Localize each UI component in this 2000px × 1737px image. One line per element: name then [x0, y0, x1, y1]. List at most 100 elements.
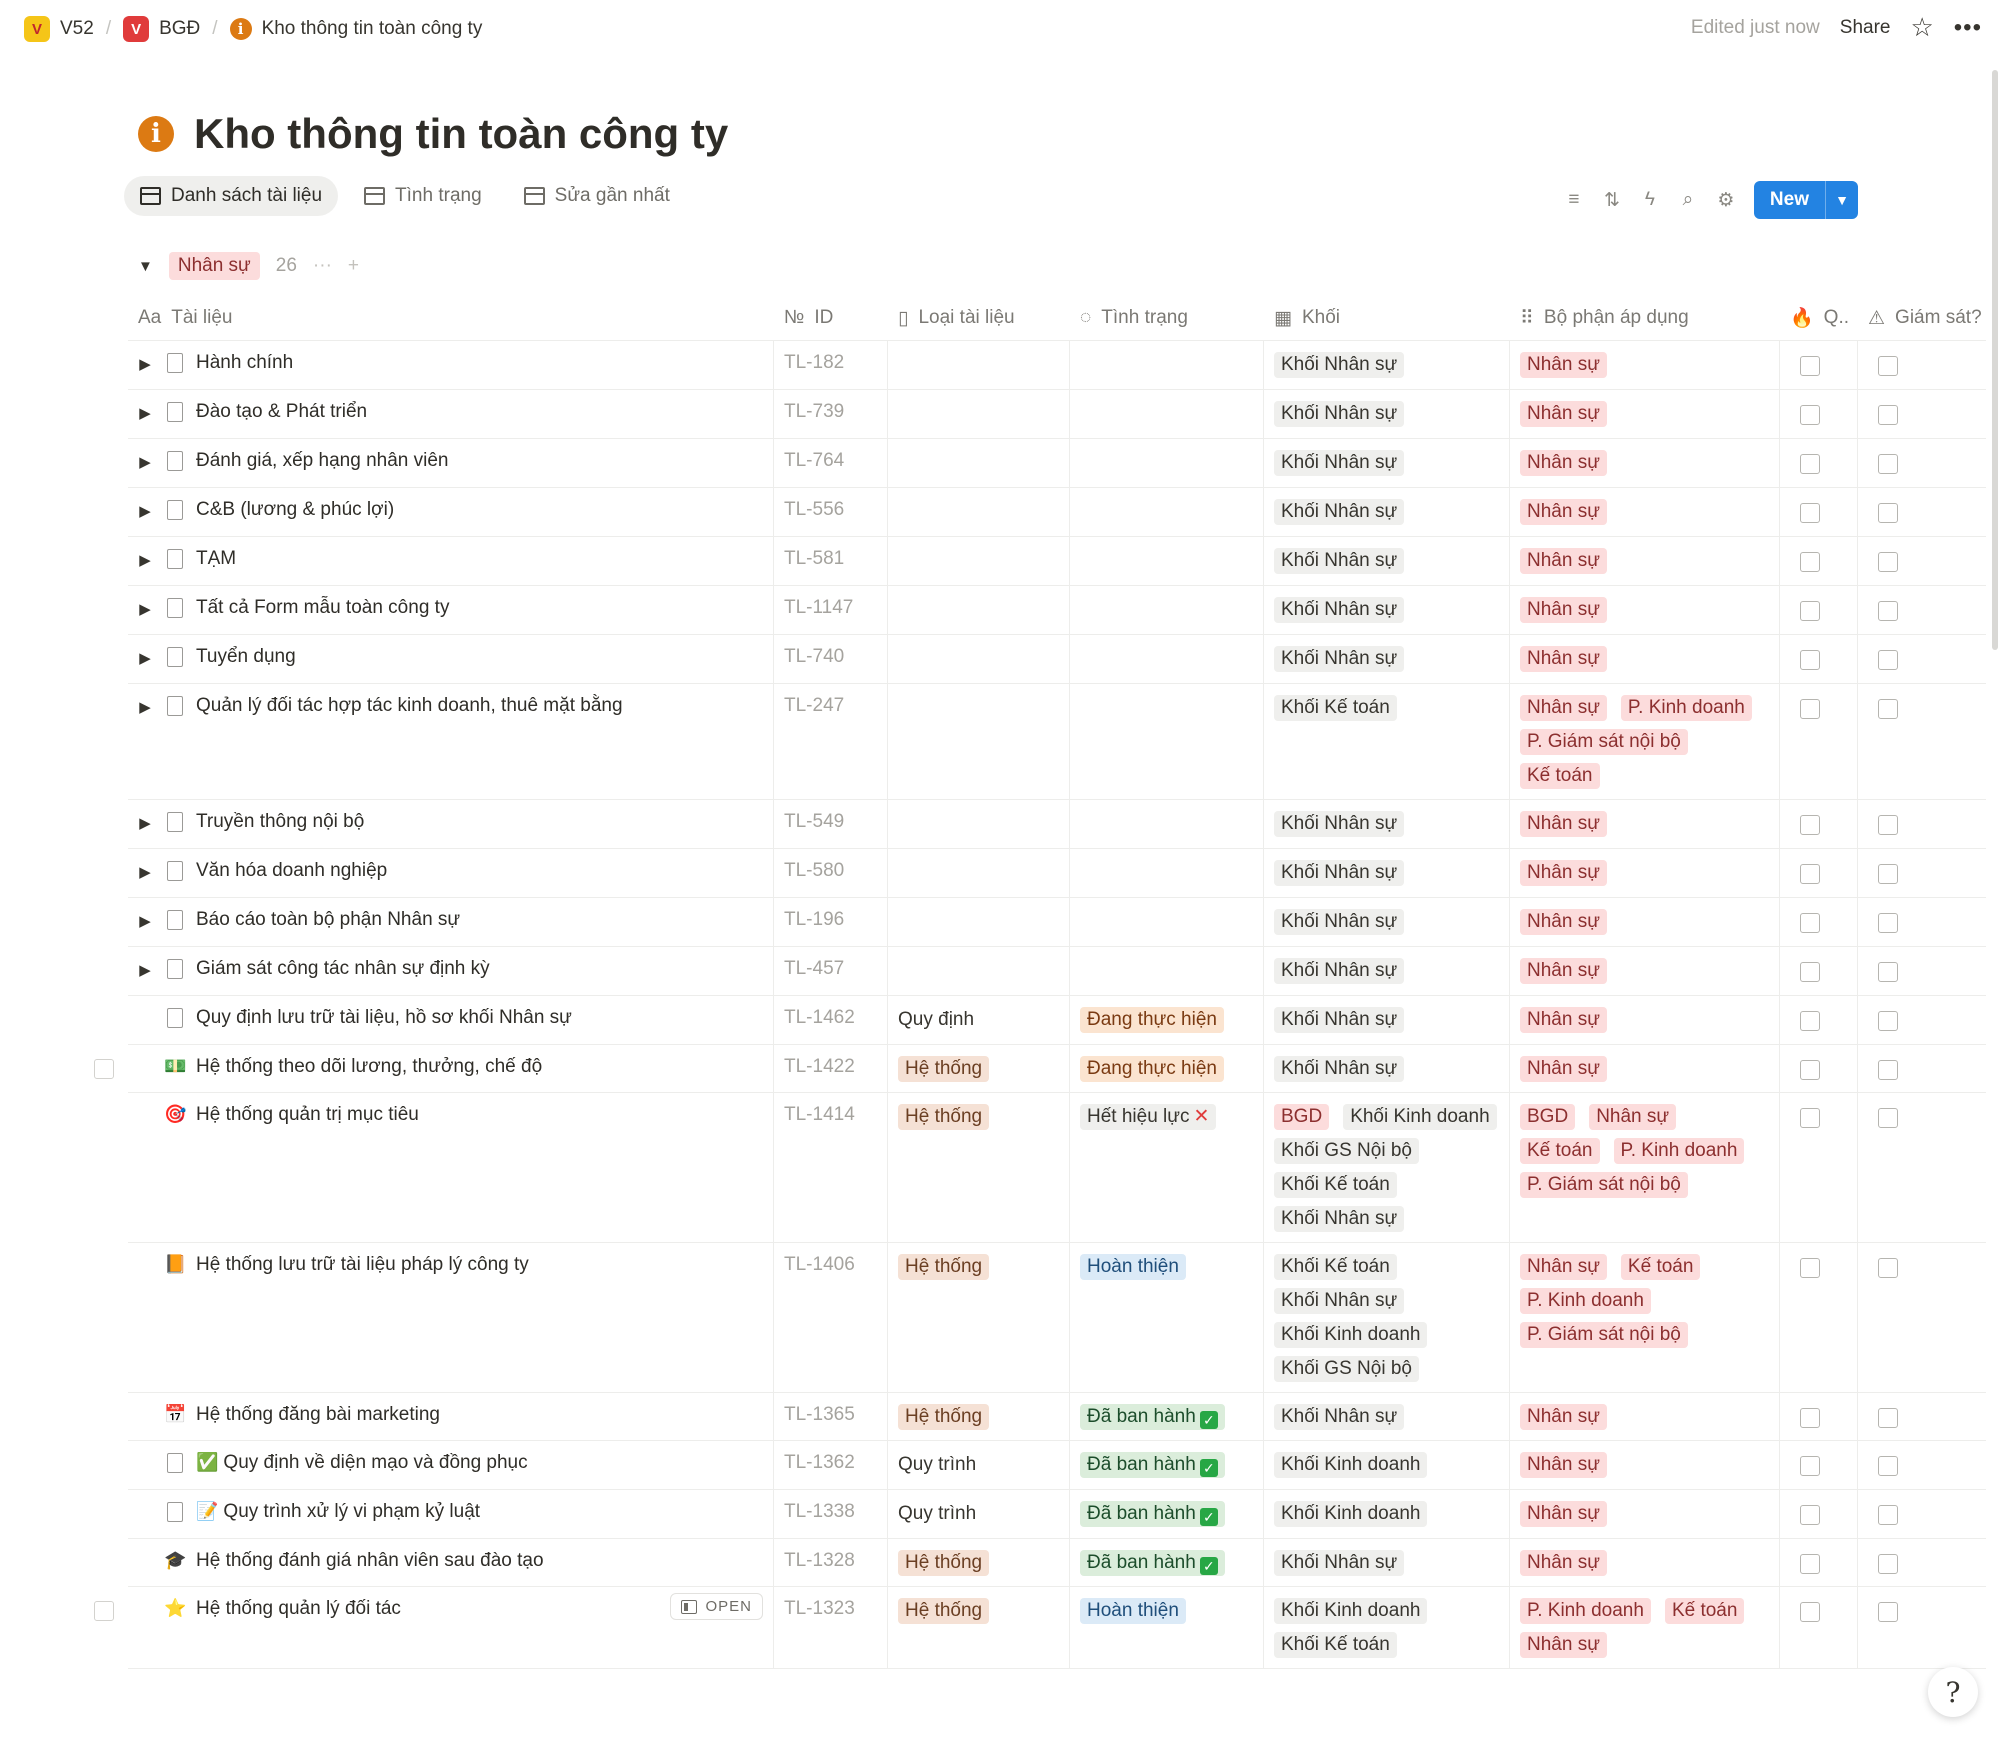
cell-bo-phan-ap-dung[interactable]: Nhân sự [1510, 1539, 1780, 1586]
cell-khoi[interactable]: Khối Nhân sự [1264, 1045, 1510, 1092]
share-button[interactable]: Share [1840, 17, 1891, 39]
cell-bo-phan-ap-dung[interactable]: Nhân sự [1510, 586, 1780, 634]
table-row[interactable]: 🎯 Hệ thống quản trị mục tiêu TL-1414 Hệ thố… [128, 1093, 1986, 1243]
cell-loai-tai-lieu[interactable]: Hệ thống [888, 1539, 1070, 1586]
automation-lightning-icon[interactable]: ϟ [1640, 189, 1660, 211]
cell-bo-phan-ap-dung[interactable]: Nhân sự [1510, 849, 1780, 897]
giam-sat-checkbox[interactable] [1878, 356, 1898, 376]
cell-q[interactable] [1780, 635, 1858, 683]
cell-q[interactable] [1780, 898, 1858, 946]
cell-loai-tai-lieu[interactable]: Hệ thống [888, 1045, 1070, 1092]
cell-giam-sat[interactable] [1858, 586, 1986, 634]
row-select-checkbox[interactable] [94, 1059, 114, 1079]
q-checkbox[interactable] [1800, 503, 1820, 523]
tab-tinh-trang[interactable]: Tình trạng [348, 176, 498, 216]
q-checkbox[interactable] [1800, 1060, 1820, 1080]
table-row[interactable]: 💵 Hệ thống theo dõi lương, thưởng, chế độ… [94, 1045, 1986, 1093]
cell-q[interactable] [1780, 390, 1858, 438]
cell-id[interactable]: TL-457 [774, 947, 888, 995]
toggle-arrow-icon[interactable]: ▶ [136, 597, 154, 618]
cell-loai-tai-lieu[interactable]: Quy định [888, 996, 1070, 1044]
toggle-arrow-icon[interactable]: ▶ [136, 450, 154, 471]
cell-id[interactable]: TL-1406 [774, 1243, 888, 1392]
table-row[interactable]: ▶ Tuyển dụng TL-740 Khối Nhân sự Nhân sự [128, 635, 1986, 684]
cell-document[interactable]: ▶ Truyền thông nội bộ [128, 800, 774, 848]
cell-loai-tai-lieu[interactable]: Hệ thống [888, 1093, 1070, 1242]
giam-sat-checkbox[interactable] [1878, 962, 1898, 982]
cell-tinh-trang[interactable]: Đã ban hành ✓ [1070, 1393, 1264, 1440]
column-header-loai-tai-lieu[interactable]: ▯ Loại tài liệu [888, 296, 1070, 340]
cell-khoi[interactable]: Khối Nhân sự [1264, 849, 1510, 897]
cell-khoi[interactable]: Khối Kinh doanh [1264, 1490, 1510, 1538]
cell-loai-tai-lieu[interactable] [888, 439, 1070, 487]
cell-id[interactable]: TL-1414 [774, 1093, 888, 1242]
q-checkbox[interactable] [1800, 1258, 1820, 1278]
help-button[interactable]: ? [1928, 1667, 1978, 1717]
cell-q[interactable] [1780, 849, 1858, 897]
cell-khoi[interactable]: Khối Nhân sự [1264, 996, 1510, 1044]
giam-sat-checkbox[interactable] [1878, 503, 1898, 523]
giam-sat-checkbox[interactable] [1878, 1602, 1898, 1622]
cell-loai-tai-lieu[interactable] [888, 684, 1070, 799]
document-title[interactable]: TẠM [196, 548, 236, 570]
q-checkbox[interactable] [1800, 1456, 1820, 1476]
info-icon[interactable]: i [138, 116, 174, 152]
giam-sat-checkbox[interactable] [1878, 405, 1898, 425]
cell-document[interactable]: 🎓 Hệ thống đánh giá nhân viên sau đào tạo [128, 1539, 774, 1586]
cell-loai-tai-lieu[interactable] [888, 586, 1070, 634]
giam-sat-checkbox[interactable] [1878, 1060, 1898, 1080]
cell-tinh-trang[interactable] [1070, 800, 1264, 848]
cell-loai-tai-lieu[interactable] [888, 635, 1070, 683]
cell-giam-sat[interactable] [1858, 1393, 1986, 1440]
cell-tinh-trang[interactable]: Đã ban hành ✓ [1070, 1441, 1264, 1489]
cell-giam-sat[interactable] [1858, 341, 1986, 389]
cell-giam-sat[interactable] [1858, 439, 1986, 487]
table-row[interactable]: 📝 Quy trình xử lý vi phạm kỷ luật TL-1338… [128, 1490, 1986, 1539]
cell-document[interactable]: ▶ Tuyển dụng [128, 635, 774, 683]
q-checkbox[interactable] [1800, 356, 1820, 376]
cell-khoi[interactable]: Khối Nhân sự [1264, 341, 1510, 389]
toggle-arrow-icon[interactable]: ▶ [136, 352, 154, 373]
cell-giam-sat[interactable] [1858, 1093, 1986, 1242]
cell-document[interactable]: ▶ Đánh giá, xếp hạng nhân viên [128, 439, 774, 487]
favorite-star-icon[interactable]: ☆ [1910, 12, 1933, 43]
cell-loai-tai-lieu[interactable] [888, 898, 1070, 946]
cell-khoi[interactable]: Khối Nhân sự [1264, 390, 1510, 438]
cell-id[interactable]: TL-1323 [774, 1587, 888, 1668]
cell-document[interactable]: ▶ Đào tạo & Phát triển [128, 390, 774, 438]
collapse-caret-icon[interactable]: ▼ [138, 258, 153, 275]
column-header-q[interactable]: 🔥 Q.. [1780, 296, 1858, 340]
column-header-giam-sat[interactable]: ⚠ Giám sát? [1858, 296, 1986, 340]
toggle-arrow-icon[interactable]: ▶ [136, 695, 154, 716]
cell-bo-phan-ap-dung[interactable]: Nhân sự [1510, 898, 1780, 946]
cell-khoi[interactable]: Khối Kế toán [1264, 684, 1510, 799]
document-title[interactable]: C&B (lương & phúc lợi) [196, 499, 394, 521]
cell-q[interactable] [1780, 341, 1858, 389]
breadcrumb-item-bgd[interactable]: V BGĐ [117, 14, 206, 44]
cell-q[interactable] [1780, 488, 1858, 536]
cell-id[interactable]: TL-1462 [774, 996, 888, 1044]
cell-document[interactable]: 📅 Hệ thống đăng bài marketing [128, 1393, 774, 1440]
giam-sat-checkbox[interactable] [1878, 601, 1898, 621]
cell-giam-sat[interactable] [1858, 849, 1986, 897]
table-row[interactable]: ▶ C&B (lương & phúc lợi) TL-556 Khối Nhân s… [128, 488, 1986, 537]
document-title[interactable]: Hệ thống đăng bài marketing [196, 1404, 440, 1426]
document-title[interactable]: Tất cả Form mẫu toàn công ty [196, 597, 449, 619]
cell-q[interactable] [1780, 800, 1858, 848]
q-checkbox[interactable] [1800, 962, 1820, 982]
cell-giam-sat[interactable] [1858, 635, 1986, 683]
cell-bo-phan-ap-dung[interactable]: Nhân sự [1510, 537, 1780, 585]
cell-bo-phan-ap-dung[interactable]: Nhân sự [1510, 947, 1780, 995]
cell-tinh-trang[interactable] [1070, 537, 1264, 585]
toggle-arrow-icon[interactable]: ▶ [136, 499, 154, 520]
table-row[interactable]: ▶ Quản lý đối tác hợp tác kinh doanh, thu… [128, 684, 1986, 800]
cell-giam-sat[interactable] [1858, 996, 1986, 1044]
cell-document[interactable]: ▶ Báo cáo toàn bộ phận Nhân sự [128, 898, 774, 946]
cell-id[interactable]: TL-196 [774, 898, 888, 946]
cell-tinh-trang[interactable]: Đã ban hành ✓ [1070, 1490, 1264, 1538]
q-checkbox[interactable] [1800, 913, 1820, 933]
cell-tinh-trang[interactable] [1070, 947, 1264, 995]
q-checkbox[interactable] [1800, 454, 1820, 474]
new-button-label[interactable]: New [1754, 181, 1825, 219]
document-title[interactable]: Giám sát công tác nhân sự định kỳ [196, 958, 490, 980]
